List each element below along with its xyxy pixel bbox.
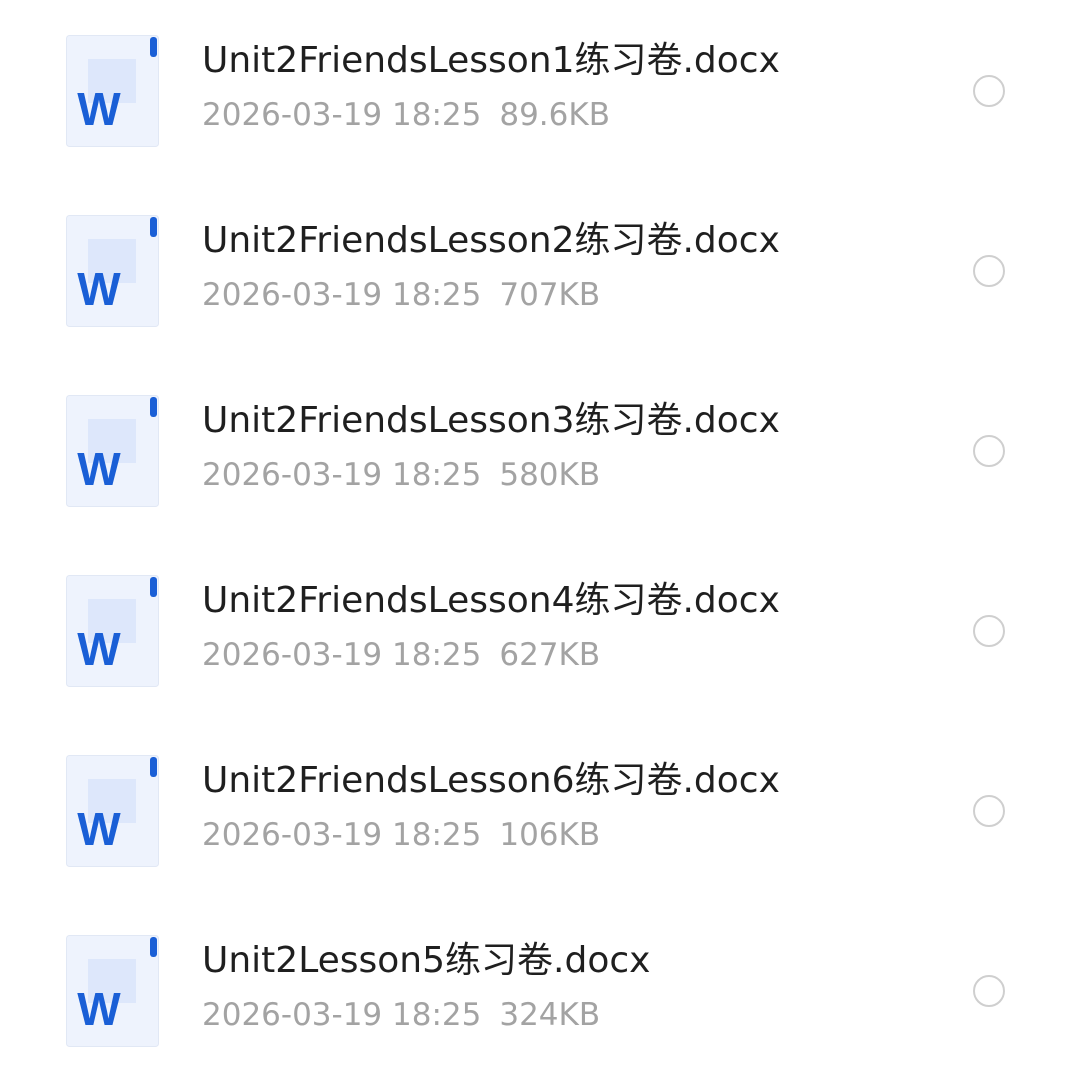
select-radio[interactable] — [973, 75, 1005, 107]
file-size: 324KB — [499, 997, 601, 1033]
word-doc-icon: W — [66, 935, 159, 1047]
file-row[interactable]: W Unit2FriendsLesson3练习卷.docx 2026-03-19… — [0, 360, 1080, 540]
file-name: Unit2Lesson5练习卷.docx — [202, 940, 651, 981]
svg-text:W: W — [77, 83, 121, 135]
file-size: 627KB — [499, 637, 601, 673]
file-meta: 2026-03-19 18:25 106KB — [202, 816, 600, 854]
file-row[interactable]: W Unit2FriendsLesson6练习卷.docx 2026-03-19… — [0, 720, 1080, 900]
select-radio[interactable] — [973, 975, 1005, 1007]
file-date: 2026-03-19 18:25 — [202, 277, 482, 313]
file-size: 580KB — [499, 457, 601, 493]
file-name: Unit2FriendsLesson1练习卷.docx — [202, 40, 780, 81]
select-radio[interactable] — [973, 615, 1005, 647]
file-row[interactable]: W Unit2Lesson5练习卷.docx 2026-03-19 18:25 3… — [0, 900, 1080, 1080]
file-size: 89.6KB — [499, 97, 610, 133]
file-row[interactable]: W Unit2FriendsLesson4练习卷.docx 2026-03-19… — [0, 540, 1080, 720]
svg-text:W: W — [77, 623, 121, 675]
svg-text:W: W — [77, 983, 121, 1035]
word-doc-icon: W — [66, 215, 159, 327]
word-doc-icon: W — [66, 755, 159, 867]
select-radio[interactable] — [973, 255, 1005, 287]
svg-text:W: W — [77, 803, 121, 855]
file-name: Unit2FriendsLesson3练习卷.docx — [202, 400, 780, 441]
word-doc-icon: W — [66, 35, 159, 147]
file-date: 2026-03-19 18:25 — [202, 97, 482, 133]
select-radio[interactable] — [973, 435, 1005, 467]
word-doc-icon: W — [66, 395, 159, 507]
svg-text:W: W — [77, 443, 121, 495]
file-size: 106KB — [499, 817, 601, 853]
file-size: 707KB — [499, 277, 601, 313]
file-meta: 2026-03-19 18:25 707KB — [202, 276, 600, 314]
file-date: 2026-03-19 18:25 — [202, 997, 482, 1033]
file-meta: 2026-03-19 18:25 627KB — [202, 636, 600, 674]
file-date: 2026-03-19 18:25 — [202, 637, 482, 673]
select-radio[interactable] — [973, 795, 1005, 827]
file-name: Unit2FriendsLesson2练习卷.docx — [202, 220, 780, 261]
file-list: W Unit2FriendsLesson1练习卷.docx 2026-03-19… — [0, 0, 1080, 1066]
file-date: 2026-03-19 18:25 — [202, 817, 482, 853]
word-doc-icon: W — [66, 575, 159, 687]
file-row[interactable]: W Unit2FriendsLesson1练习卷.docx 2026-03-19… — [0, 0, 1080, 180]
file-meta: 2026-03-19 18:25 580KB — [202, 456, 600, 494]
file-date: 2026-03-19 18:25 — [202, 457, 482, 493]
file-row[interactable]: W Unit2FriendsLesson2练习卷.docx 2026-03-19… — [0, 180, 1080, 360]
file-meta: 2026-03-19 18:25 324KB — [202, 996, 600, 1034]
file-meta: 2026-03-19 18:25 89.6KB — [202, 96, 610, 134]
file-name: Unit2FriendsLesson6练习卷.docx — [202, 760, 780, 801]
file-name: Unit2FriendsLesson4练习卷.docx — [202, 580, 780, 621]
svg-text:W: W — [77, 263, 121, 315]
